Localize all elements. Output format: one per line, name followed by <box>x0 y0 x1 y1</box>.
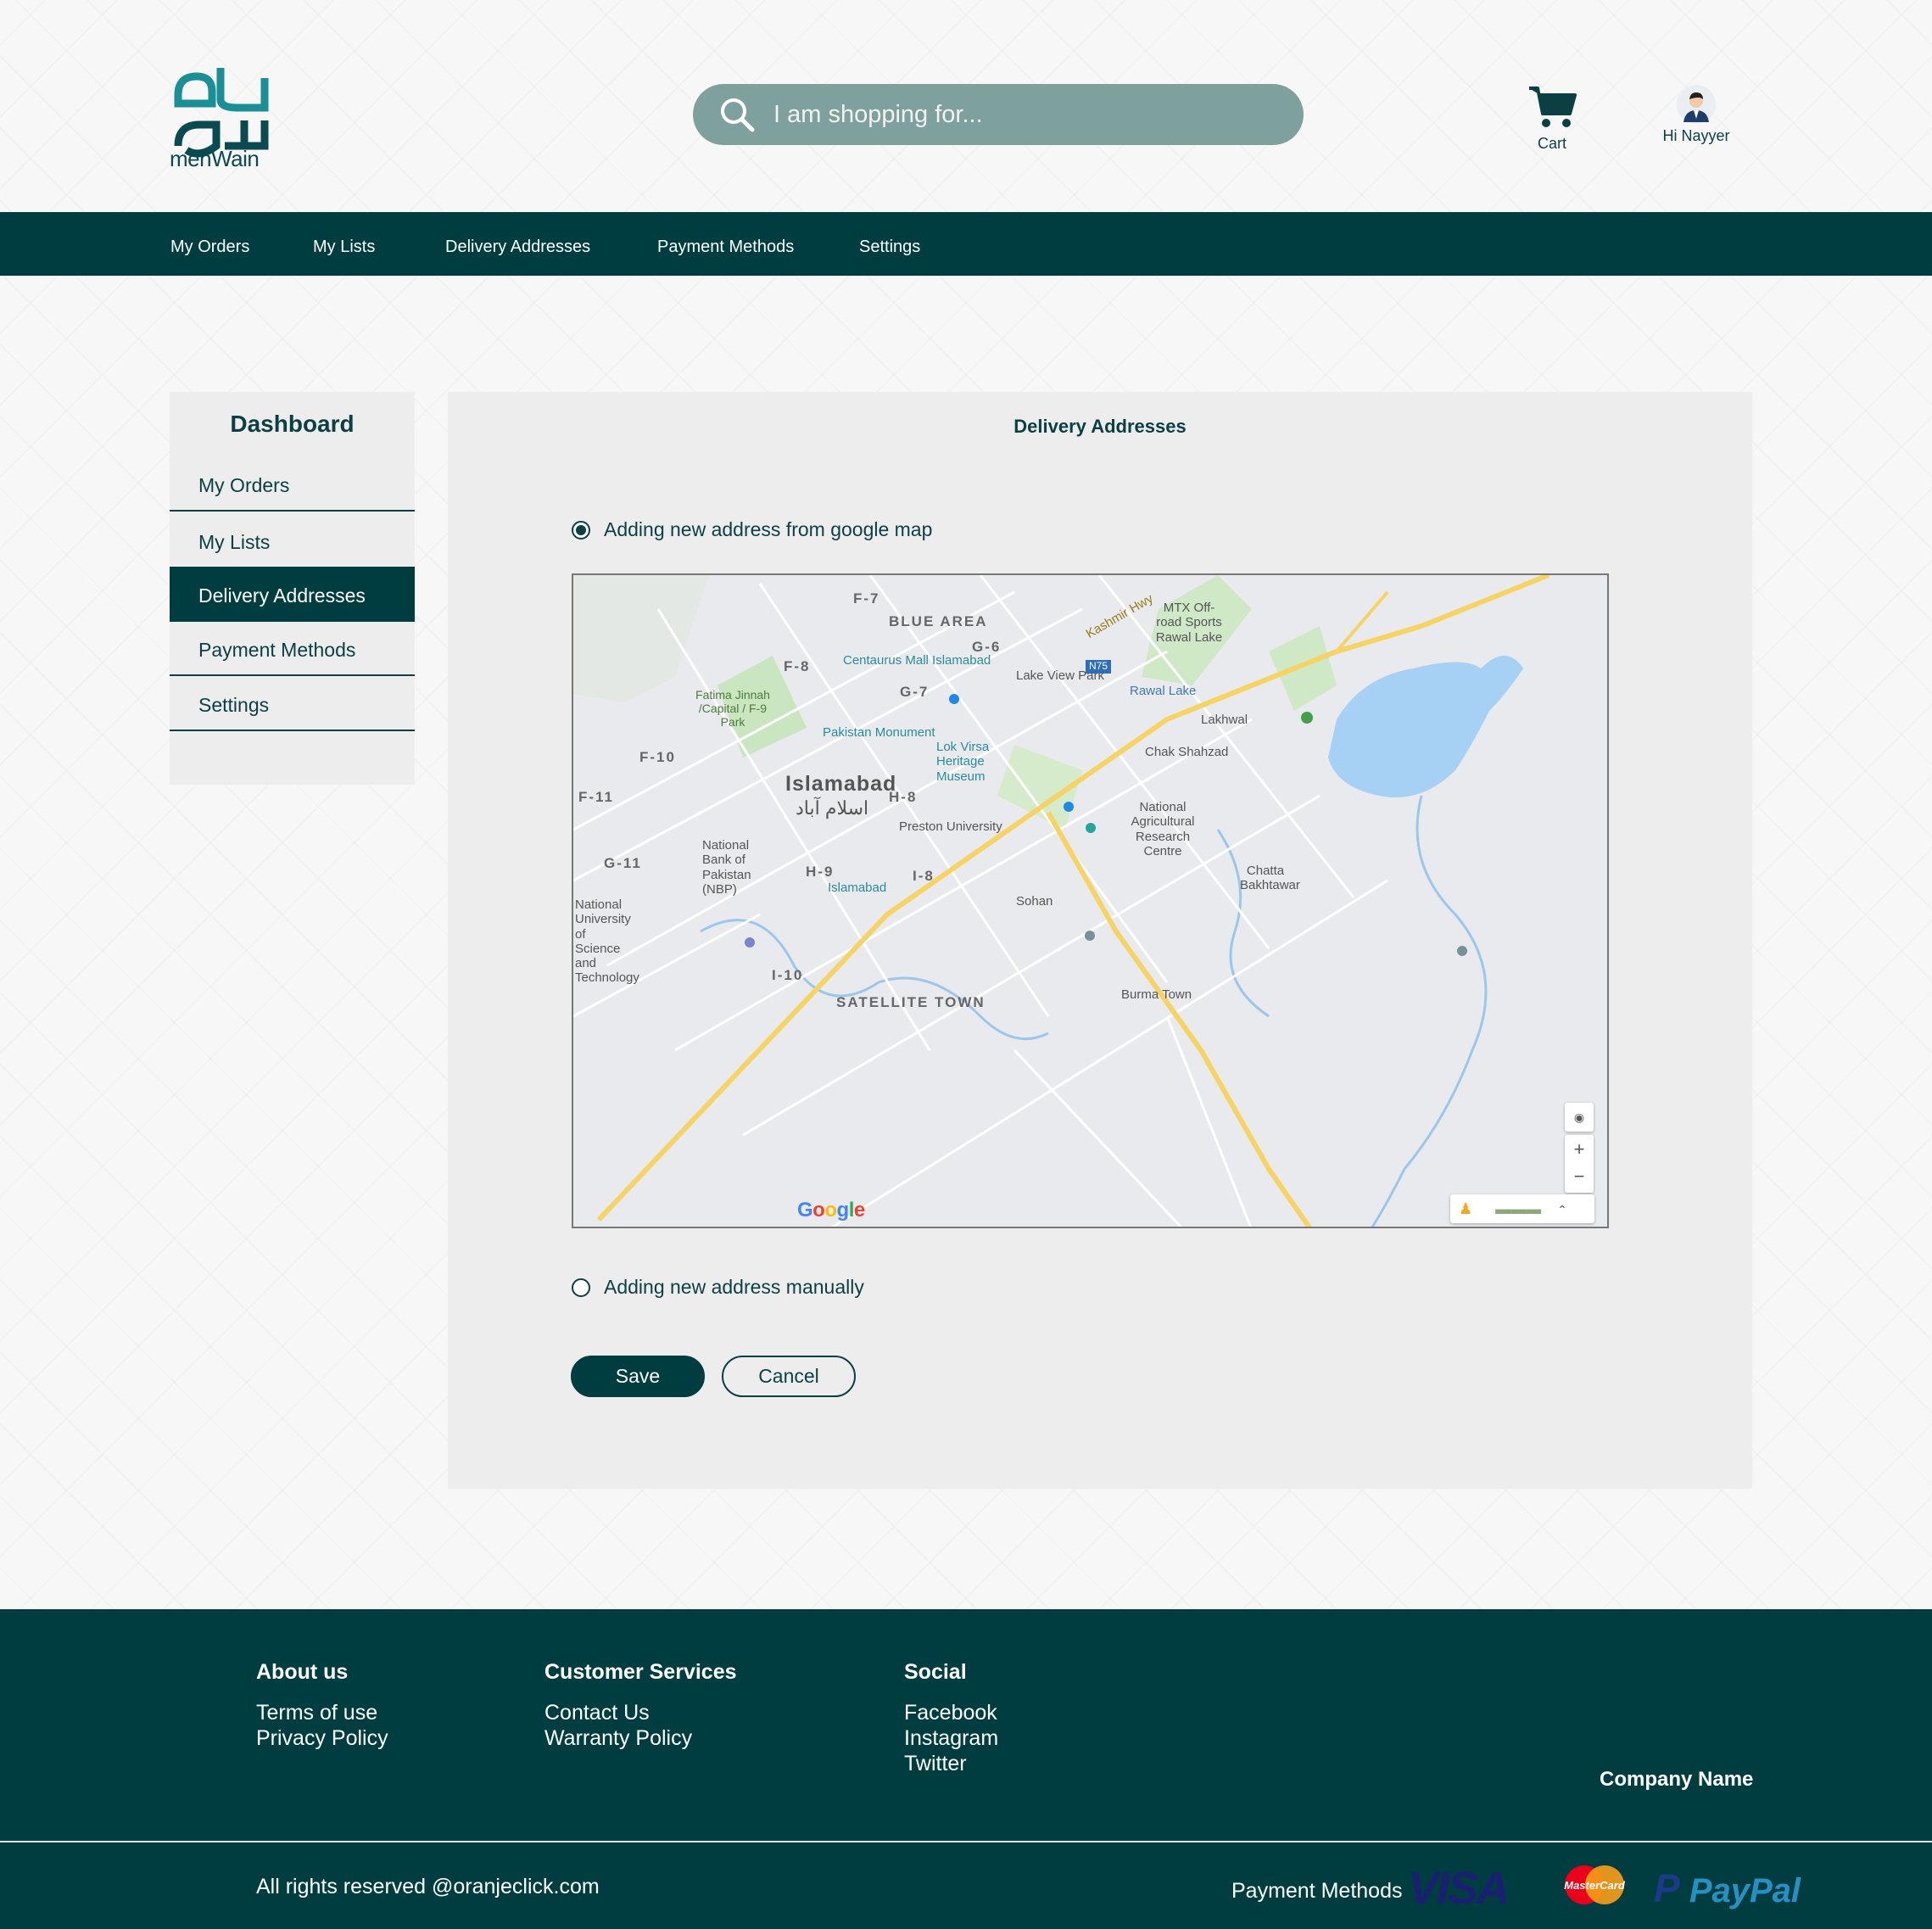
copyright-text: All rights reserved @oranjeclick.com <box>256 1875 600 1898</box>
footer-link-contact[interactable]: Contact Us <box>544 1700 737 1725</box>
user-greeting: Hi Nayyer <box>1662 127 1730 144</box>
sidebar-item-my-lists[interactable]: My Lists <box>170 513 415 568</box>
google-map[interactable]: F-7 BLUE AREA G-6 F-8 G-7 F-10 F-11 G-11… <box>572 573 1609 1228</box>
map-layer-control[interactable]: ♟ ▬▬▬ ⌃ <box>1450 1194 1594 1223</box>
payment-methods-label: Payment Methods <box>1231 1879 1403 1903</box>
option-google-map-label: Adding new address from google map <box>604 518 933 540</box>
map-label: F-7 <box>853 590 880 607</box>
expand-icon[interactable]: ⌃ <box>1557 1203 1567 1216</box>
paypal-logo-text: PayPal <box>1689 1872 1801 1909</box>
map-label: Chak Shahzad <box>1145 745 1229 759</box>
footer-services-title: Customer Services <box>544 1660 737 1684</box>
map-label: Lok Virsa Heritage Museum <box>936 740 990 784</box>
option-manual-label: Adding new address manually <box>604 1276 864 1298</box>
page-title: Delivery Addresses <box>1013 416 1187 437</box>
map-label: National University of Science and Techn… <box>575 897 639 986</box>
map-label: National Agricultural Research Centre <box>1131 800 1195 858</box>
map-label: National Bank of Pakistan (NBP) <box>702 838 751 897</box>
map-label: F-11 <box>578 789 615 805</box>
search-input[interactable] <box>773 96 1282 133</box>
nav-my-lists[interactable]: My Lists <box>313 212 375 276</box>
google-attribution: Google <box>797 1199 865 1222</box>
radio-google-map[interactable] <box>572 521 590 540</box>
map-label: F-10 <box>639 749 676 765</box>
zoom-out-button[interactable]: − <box>1565 1164 1594 1193</box>
footer-link-facebook[interactable]: Facebook <box>904 1700 998 1725</box>
search-bar[interactable] <box>693 84 1304 145</box>
footer-about: About us Terms of use Privacy Policy <box>256 1660 388 1751</box>
nav-payment-methods[interactable]: Payment Methods <box>657 212 794 276</box>
paypal-logo-icon: P PayPal <box>1654 1866 1801 1910</box>
footer-link-privacy[interactable]: Privacy Policy <box>256 1725 388 1751</box>
map-label: Pakistan Monument <box>823 725 935 740</box>
map-road-shield: N75 <box>1086 660 1112 674</box>
map-label: Lakhwal <box>1201 713 1248 727</box>
footer-social-title: Social <box>904 1660 967 1684</box>
search-icon[interactable] <box>718 96 756 133</box>
footer-divider <box>0 1841 1932 1842</box>
mastercard-logo-icon: MasterCard <box>1564 1865 1626 1904</box>
map-label: I-10 <box>772 967 804 983</box>
zoom-in-button[interactable]: + <box>1565 1135 1594 1164</box>
footer-link-twitter[interactable]: Twitter <box>904 1751 998 1776</box>
nav-settings[interactable]: Settings <box>859 212 920 276</box>
user-menu[interactable]: Hi Nayyer <box>1654 85 1739 145</box>
footer-social: Social Facebook Instagram Twitter <box>904 1660 998 1776</box>
cart-icon <box>1529 87 1577 127</box>
map-type-thumbnails-icon[interactable]: ▬▬▬ <box>1495 1200 1541 1217</box>
map-label: G-7 <box>900 684 930 700</box>
map-label: Sohan <box>1016 894 1053 909</box>
top-nav: My Orders My Lists Delivery Addresses Pa… <box>0 212 1932 276</box>
sidebar-item-payment-methods[interactable]: Payment Methods <box>170 621 415 676</box>
footer-link-warranty[interactable]: Warranty Policy <box>544 1725 737 1751</box>
zoom-control: + − <box>1565 1135 1594 1193</box>
map-label: F-8 <box>784 658 811 674</box>
map-label: SATELLITE TOWN <box>836 994 986 1010</box>
map-label: MTX Off-road Sports Rawal Lake <box>1155 601 1223 645</box>
site-header: menWain Cart Hi Nayyer <box>0 0 1932 212</box>
dashboard-sidebar: Dashboard My Orders My Lists Delivery Ad… <box>170 392 415 785</box>
mastercard-logo-text: MasterCard <box>1564 1879 1626 1892</box>
map-label: BLUE AREA <box>889 613 988 629</box>
sidebar-item-my-orders[interactable]: My Orders <box>170 456 415 512</box>
cart-button[interactable]: Cart <box>1518 85 1586 153</box>
company-name: Company Name <box>1600 1768 1754 1791</box>
logo-text[interactable]: menWain <box>170 146 260 172</box>
sidebar-item-settings[interactable]: Settings <box>170 676 415 731</box>
map-city-urdu-label: اسلام آباد <box>796 797 869 819</box>
map-label: Islamabad <box>828 881 887 895</box>
sidebar-item-delivery-addresses[interactable]: Delivery Addresses <box>170 567 415 622</box>
locate-me-button[interactable]: ◉ <box>1565 1103 1594 1132</box>
map-label: I-8 <box>913 868 935 884</box>
delivery-addresses-panel: Delivery Addresses Adding new address fr… <box>448 392 1752 1489</box>
map-label: Burma Town <box>1121 987 1192 1002</box>
avatar-icon <box>1677 85 1716 124</box>
map-label: Preston University <box>899 819 1002 834</box>
save-button[interactable]: Save <box>571 1356 705 1397</box>
map-label: G-11 <box>604 855 642 871</box>
footer-about-title: About us <box>256 1660 349 1684</box>
footer-link-terms[interactable]: Terms of use <box>256 1700 388 1725</box>
footer-link-instagram[interactable]: Instagram <box>904 1725 998 1751</box>
map-city-label: Islamabad <box>785 772 897 796</box>
site-footer: About us Terms of use Privacy Policy Cus… <box>0 1609 1932 1929</box>
footer-services: Customer Services Contact Us Warranty Po… <box>544 1660 737 1751</box>
cancel-button[interactable]: Cancel <box>722 1356 856 1397</box>
sidebar-title: Dashboard <box>230 411 355 437</box>
visa-logo-icon: VISA <box>1408 1863 1510 1914</box>
map-label: Fatima Jinnah /Capital / F-9 Park <box>695 688 770 730</box>
map-label: Chatta Bakhtawar <box>1240 864 1300 893</box>
nav-my-orders[interactable]: My Orders <box>170 212 249 276</box>
map-label: Centaurus Mall Islamabad <box>843 653 991 668</box>
radio-manual[interactable] <box>572 1278 590 1297</box>
nav-delivery-addresses[interactable]: Delivery Addresses <box>445 212 590 276</box>
cart-label: Cart <box>1537 135 1566 152</box>
map-label: Rawal Lake <box>1130 684 1197 698</box>
map-label: H-9 <box>806 864 835 880</box>
pegman-icon[interactable]: ♟ <box>1459 1200 1472 1217</box>
